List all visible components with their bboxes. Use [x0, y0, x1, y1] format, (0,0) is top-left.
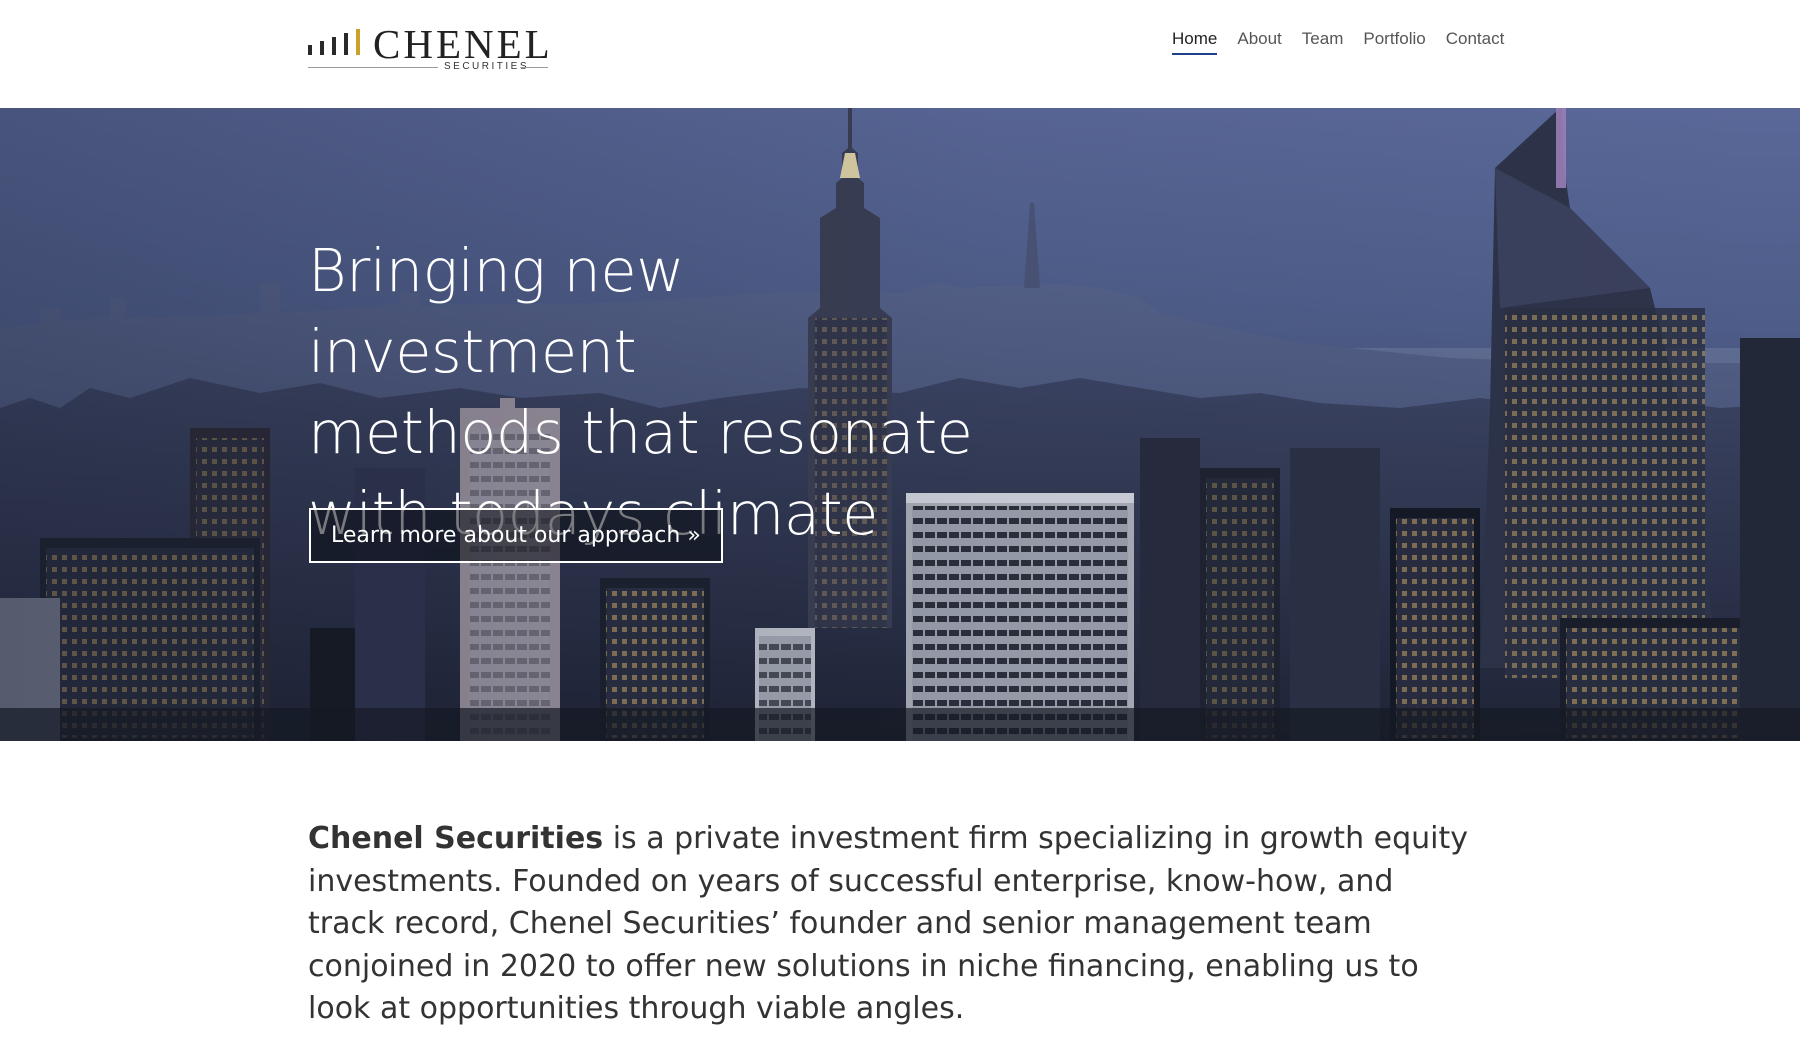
hero-title-line: methods that resonate [308, 398, 973, 467]
nav-contact[interactable]: Contact [1436, 28, 1515, 56]
intro-company-name: Chenel Securities [308, 821, 604, 856]
intro-paragraph: Chenel Securities is a private investmen… [308, 818, 1468, 1031]
hero-title: Bringing new investment methods that res… [308, 230, 1028, 554]
site-header: CHENEL SECURITIES Home About Team Portfo… [0, 0, 1800, 108]
bar-chart-logo-icon [308, 29, 360, 55]
hero-title-line: Bringing new investment [308, 236, 684, 386]
logo-divider [308, 67, 438, 68]
nav-home[interactable]: Home [1162, 28, 1227, 56]
nav-team[interactable]: Team [1292, 28, 1354, 56]
nav-about[interactable]: About [1227, 28, 1291, 56]
hero-banner: Bringing new investment methods that res… [0, 108, 1800, 741]
nav-portfolio[interactable]: Portfolio [1353, 28, 1435, 56]
logo-wordmark: CHENEL [373, 21, 553, 67]
chenel-logo[interactable]: CHENEL SECURITIES [308, 22, 550, 74]
logo-tagline: SECURITIES [444, 61, 530, 72]
main-nav: Home About Team Portfolio Contact [1162, 28, 1514, 56]
logo-divider [522, 67, 548, 68]
learn-more-button[interactable]: Learn more about our approach » [309, 508, 723, 563]
